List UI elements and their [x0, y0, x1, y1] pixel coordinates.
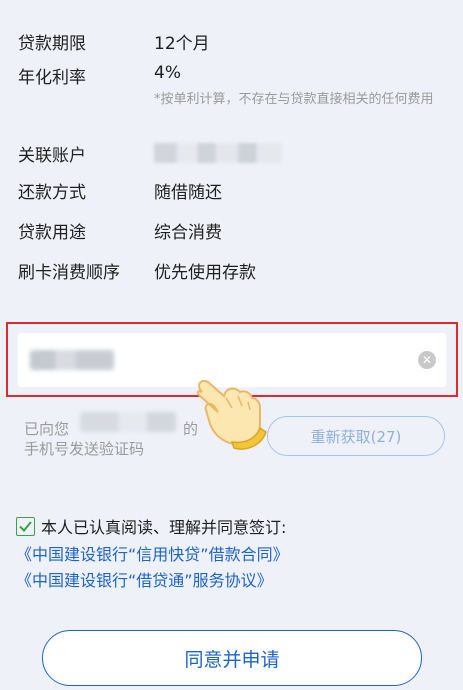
detail-label: 刷卡消费顺序 [18, 263, 120, 283]
detail-value: 综合消费 [154, 223, 222, 243]
clear-icon[interactable]: ✕ [418, 351, 436, 369]
detail-value: 优先使用存款 [154, 263, 256, 283]
agreement-consent[interactable]: 本人已认真阅读、理解并同意签订: [16, 514, 286, 538]
detail-label: 贷款用途 [18, 223, 86, 243]
checkbox-checked-icon[interactable] [16, 516, 35, 536]
detail-label: 贷款期限 [18, 34, 86, 54]
agreement-text: 本人已认真阅读、理解并同意签订: [41, 518, 287, 537]
detail-label: 关联账户 [18, 146, 86, 166]
detail-value: 12个月 [154, 34, 210, 54]
sms-prefix: 已向您 [24, 420, 70, 438]
rate-note: *按单利计算，不存在与贷款直接相关的任何费用 [154, 92, 434, 107]
service-agreement-link[interactable]: 《中国建设银行“借贷通”服务协议》 [16, 567, 273, 591]
detail-value: 随借随还 [154, 183, 222, 203]
masked-code-text [30, 350, 114, 370]
masked-phone-number [80, 412, 176, 432]
resend-code-button[interactable]: 重新获取(27) [267, 416, 445, 456]
pointing-hand-icon [196, 380, 267, 450]
loan-contract-link[interactable]: 《中国建设银行“信用快贷”借款合同》 [16, 541, 289, 565]
masked-account-number [154, 143, 282, 163]
agree-and-apply-button[interactable]: 同意并申请 [42, 630, 422, 686]
detail-label: 年化利率 [18, 68, 86, 88]
detail-label: 还款方式 [18, 183, 86, 203]
sms-line-2: 手机号发送验证码 [24, 440, 145, 458]
detail-value: 4% [154, 63, 181, 83]
